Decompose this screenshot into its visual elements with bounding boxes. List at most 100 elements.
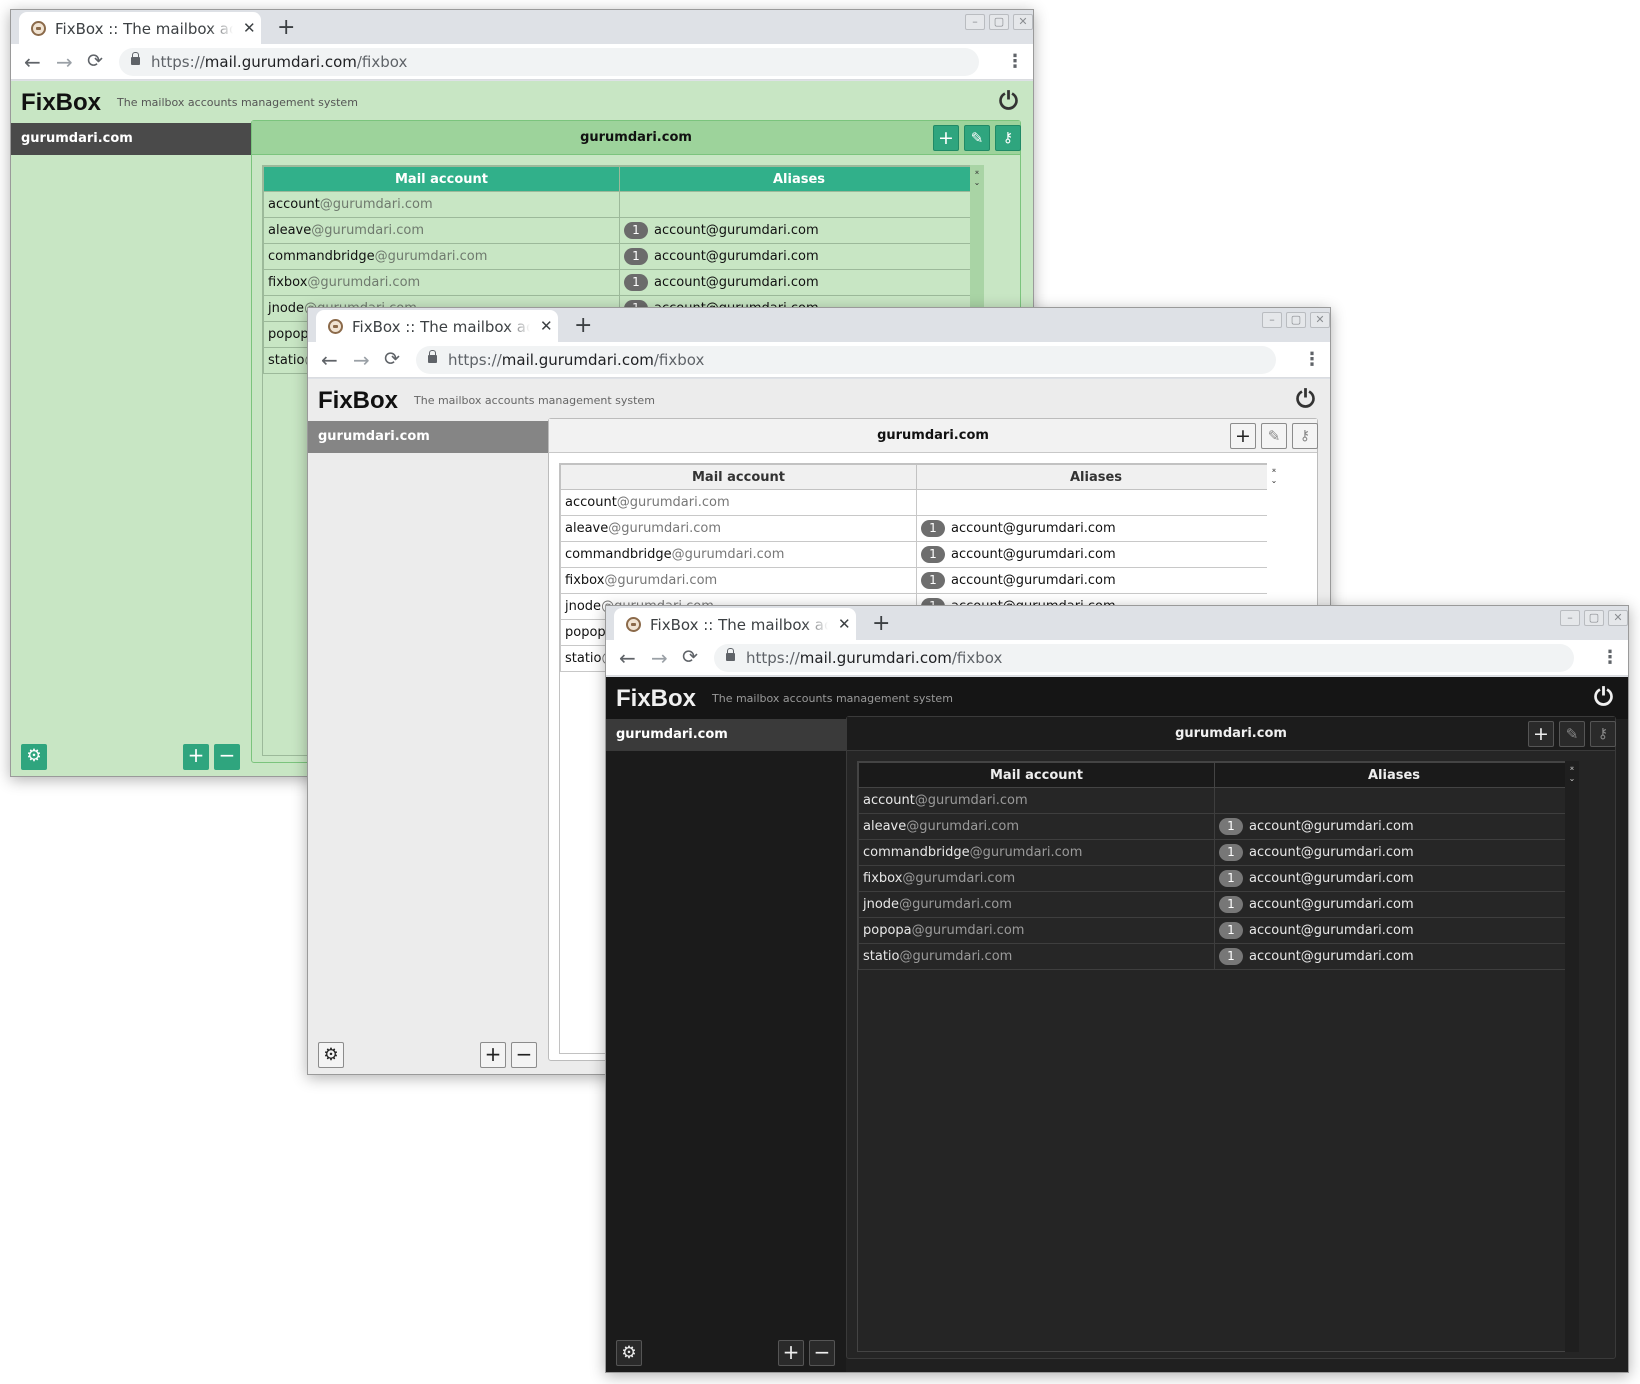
mail-account-cell[interactable]: statio@gurumdari.com [858,943,1215,970]
back-icon[interactable]: ← [24,50,41,74]
table-row[interactable]: account@gurumdari.com [263,191,979,218]
close-tab-icon[interactable]: ✕ [243,19,256,37]
column-header-mail-account[interactable]: Mail account [263,166,620,192]
add-domain-button[interactable]: + [778,1340,804,1366]
aliases-cell[interactable]: 1 account@gurumdari.com [1214,943,1574,970]
table-row[interactable]: fixbox@gurumdari.com 1 account@gurumdari.… [858,865,1574,892]
column-header-aliases[interactable]: Aliases [619,166,979,192]
table-row[interactable]: commandbridge@gurumdari.com 1 account@gur… [560,541,1276,568]
browser-tab[interactable]: FixBox :: The mailbox accounts managemen… [614,608,856,640]
address-bar[interactable]: https://mail.gurumdari.com/fixbox ☆ [714,644,1574,672]
browser-menu-icon[interactable]: ⋮ [1601,647,1619,668]
password-key-icon[interactable]: ⚷ [995,125,1021,151]
browser-menu-icon[interactable]: ⋮ [1006,51,1024,72]
aliases-cell[interactable]: 1 account@gurumdari.com [619,243,979,270]
aliases-cell[interactable]: 1 account@gurumdari.com [1214,917,1574,944]
lock-icon[interactable] [131,52,140,65]
mail-account-cell[interactable]: account@gurumdari.com [858,787,1215,814]
password-key-icon[interactable]: ⚷ [1292,423,1318,449]
mail-account-cell[interactable]: commandbridge@gurumdari.com [560,541,917,568]
mail-account-cell[interactable]: account@gurumdari.com [560,489,917,516]
reload-icon[interactable]: ⟳ [384,348,400,370]
window-minimize-button[interactable]: – [1560,610,1580,626]
settings-gear-icon[interactable]: ⚙ [616,1340,642,1366]
aliases-cell[interactable] [619,191,979,218]
power-icon[interactable]: ⏻ [1296,385,1315,413]
window-maximize-button[interactable]: ▢ [1584,610,1604,626]
browser-menu-icon[interactable]: ⋮ [1303,349,1321,370]
mail-account-cell[interactable]: jnode@gurumdari.com [858,891,1215,918]
mail-account-cell[interactable]: commandbridge@gurumdari.com [263,243,620,270]
settings-gear-icon[interactable]: ⚙ [21,744,47,770]
sidebar-item-domain[interactable]: gurumdari.com [308,421,548,453]
edit-pencil-icon[interactable]: ✎ [964,125,990,151]
new-tab-icon[interactable]: + [277,15,295,40]
remove-domain-button[interactable]: − [809,1340,835,1366]
window-minimize-button[interactable]: – [965,14,985,30]
url-text[interactable]: https://mail.gurumdari.com/fixbox [151,53,407,71]
window-close-button[interactable]: ✕ [1608,610,1628,626]
back-icon[interactable]: ← [619,646,636,670]
lock-icon[interactable] [726,648,735,661]
mail-account-cell[interactable]: account@gurumdari.com [263,191,620,218]
table-row[interactable]: commandbridge@gurumdari.com 1 account@gur… [263,243,979,270]
table-row[interactable]: aleave@gurumdari.com 1 account@gurumdari.… [858,813,1574,840]
aliases-cell[interactable]: 1 account@gurumdari.com [916,541,1276,568]
aliases-cell[interactable]: 1 account@gurumdari.com [1214,891,1574,918]
mail-account-cell[interactable]: fixbox@gurumdari.com [858,865,1215,892]
add-domain-button[interactable]: + [480,1042,506,1068]
add-account-button[interactable]: + [933,125,959,151]
browser-tab[interactable]: FixBox :: The mailbox accounts managemen… [316,310,558,342]
settings-gear-icon[interactable]: ⚙ [318,1042,344,1068]
aliases-cell[interactable]: 1 account@gurumdari.com [1214,865,1574,892]
column-header-mail-account[interactable]: Mail account [560,464,917,490]
edit-pencil-icon[interactable]: ✎ [1559,721,1585,747]
new-tab-icon[interactable]: + [872,611,890,636]
window-maximize-button[interactable]: ▢ [989,14,1009,30]
mail-account-cell[interactable]: aleave@gurumdari.com [560,515,917,542]
scroll-up-icon[interactable]: ⌅ [972,167,982,177]
mail-account-cell[interactable]: fixbox@gurumdari.com [560,567,917,594]
lock-icon[interactable] [428,350,437,363]
new-tab-icon[interactable]: + [574,313,592,338]
table-row[interactable]: jnode@gurumdari.com 1 account@gurumdari.c… [858,891,1574,918]
table-row[interactable]: commandbridge@gurumdari.com 1 account@gur… [858,839,1574,866]
window-minimize-button[interactable]: – [1262,312,1282,328]
table-row[interactable]: aleave@gurumdari.com 1 account@gurumdari.… [263,217,979,244]
aliases-cell[interactable]: 1 account@gurumdari.com [1214,839,1574,866]
reload-icon[interactable]: ⟳ [682,646,698,668]
aliases-cell[interactable] [916,489,1276,516]
scroll-down-icon[interactable]: ⌄ [1567,774,1577,784]
aliases-cell[interactable]: 1 account@gurumdari.com [619,269,979,296]
sidebar-item-domain[interactable]: gurumdari.com [11,123,251,155]
scroll-down-icon[interactable]: ⌄ [972,178,982,188]
close-tab-icon[interactable]: ✕ [540,317,553,335]
url-text[interactable]: https://mail.gurumdari.com/fixbox [448,351,704,369]
power-icon[interactable]: ⏻ [1594,683,1613,711]
table-row[interactable]: statio@gurumdari.com 1 account@gurumdari.… [858,943,1574,970]
back-icon[interactable]: ← [321,348,338,372]
scroll-up-icon[interactable]: ⌅ [1567,763,1577,773]
aliases-cell[interactable]: 1 account@gurumdari.com [619,217,979,244]
table-row[interactable]: account@gurumdari.com [560,489,1276,516]
window-maximize-button[interactable]: ▢ [1286,312,1306,328]
aliases-cell[interactable]: 1 account@gurumdari.com [916,515,1276,542]
remove-domain-button[interactable]: − [214,744,240,770]
vertical-scrollbar[interactable]: ⌅ ⌄ [1565,761,1579,1352]
table-row[interactable]: fixbox@gurumdari.com 1 account@gurumdari.… [560,567,1276,594]
mail-account-cell[interactable]: aleave@gurumdari.com [263,217,620,244]
forward-icon[interactable]: → [353,348,370,372]
sidebar-item-domain[interactable]: gurumdari.com [606,719,846,751]
reload-icon[interactable]: ⟳ [87,50,103,72]
forward-icon[interactable]: → [651,646,668,670]
window-close-button[interactable]: ✕ [1013,14,1033,30]
table-row[interactable]: fixbox@gurumdari.com 1 account@gurumdari.… [263,269,979,296]
table-row[interactable]: popopa@gurumdari.com 1 account@gurumdari.… [858,917,1574,944]
table-row[interactable]: account@gurumdari.com [858,787,1574,814]
window-close-button[interactable]: ✕ [1310,312,1330,328]
edit-pencil-icon[interactable]: ✎ [1261,423,1287,449]
remove-domain-button[interactable]: − [511,1042,537,1068]
add-domain-button[interactable]: + [183,744,209,770]
mail-account-cell[interactable]: fixbox@gurumdari.com [263,269,620,296]
browser-tab[interactable]: FixBox :: The mailbox accounts managemen… [19,12,261,44]
